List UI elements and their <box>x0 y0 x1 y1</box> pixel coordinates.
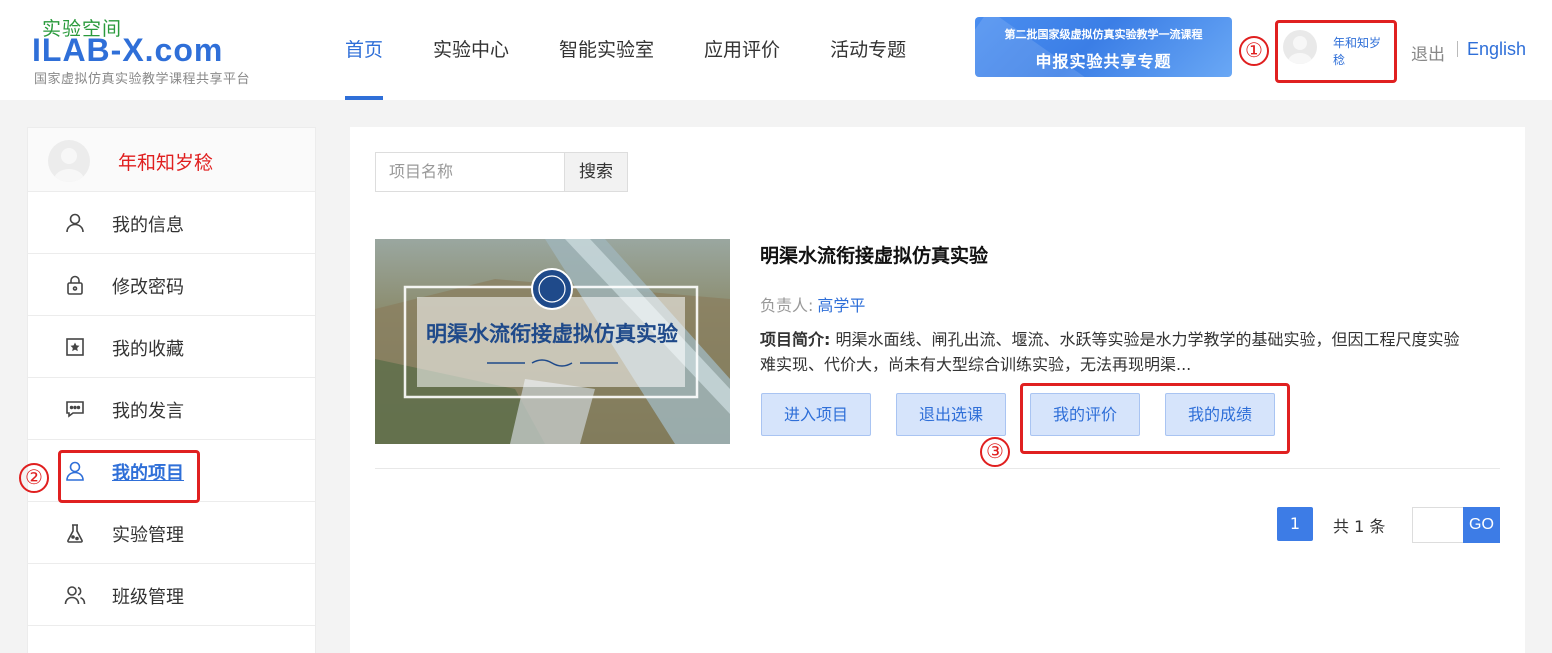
annotation-marker-3: ③ <box>980 437 1010 467</box>
nav-activities[interactable]: 活动专题 <box>830 0 906 100</box>
intro-label: 项目简介: <box>760 330 831 349</box>
sidebar-item-label: 我的发言 <box>112 401 184 422</box>
sidebar-item-my-posts[interactable]: 我的发言 <box>28 378 315 440</box>
sidebar-item-class-management[interactable]: 班级管理 <box>28 564 315 626</box>
project-cover-image[interactable]: 明渠水流衔接虚拟仿真实验 <box>375 239 730 444</box>
drop-course-button[interactable]: 退出选课 <box>896 393 1006 436</box>
banner-line-1: 第二批国家级虚拟仿真实验教学一流课程 <box>1004 28 1203 41</box>
main-panel: 项目名称 搜索 明渠水流衔接虚拟仿真实验 明渠水流衔接虚拟仿真实验 负责人: 高… <box>350 127 1525 653</box>
sidebar-item-change-password[interactable]: 修改密码 <box>28 254 315 316</box>
user-icon <box>64 212 86 234</box>
top-header: 实验空间 ILAB-X.com 国家虚拟仿真实验教学课程共享平台 首页 实验中心… <box>0 0 1552 100</box>
flask-icon <box>64 522 86 544</box>
highlight-my-projects-box <box>58 450 200 503</box>
sidebar-item-label: 我的收藏 <box>112 339 184 360</box>
logout-link[interactable]: 退出 <box>1411 40 1445 65</box>
avatar[interactable] <box>1283 30 1317 64</box>
page-jump-input[interactable] <box>1412 507 1464 543</box>
site-logo[interactable]: 实验空间 ILAB-X.com 国家虚拟仿真实验教学课程共享平台 <box>32 14 277 87</box>
divider <box>1457 41 1458 57</box>
project-intro: 项目简介: 明渠水面线、闸孔出流、堰流、水跃等实验是水力学教学的基础实验，但因工… <box>760 327 1470 377</box>
annotation-marker-1: ① <box>1239 36 1269 66</box>
project-title[interactable]: 明渠水流衔接虚拟仿真实验 <box>760 241 988 268</box>
owner-label: 负责人: <box>760 296 814 315</box>
sidebar-item-my-info[interactable]: 我的信息 <box>28 192 315 254</box>
logo-english-text: ILAB-X.com <box>32 32 224 68</box>
promo-banner[interactable]: 第二批国家级虚拟仿真实验教学一流课程 申报实验共享专题 <box>975 17 1232 77</box>
nav-smart-lab[interactable]: 智能实验室 <box>559 0 654 100</box>
message-icon <box>64 398 86 420</box>
enter-project-button[interactable]: 进入项目 <box>761 393 871 436</box>
users-icon <box>64 584 86 606</box>
pagination-page-1[interactable]: 1 <box>1277 507 1313 541</box>
page-go-button[interactable]: GO <box>1463 507 1500 543</box>
sidebar-user: 年和知岁稔 <box>28 128 315 192</box>
intro-text: 明渠水面线、闸孔出流、堰流、水跃等实验是水力学教学的基础实验，但因工程尺度实验难… <box>760 330 1460 374</box>
sidebar-username: 年和知岁稔 <box>118 152 214 174</box>
nav-experiment-center[interactable]: 实验中心 <box>433 0 509 100</box>
sidebar: 年和知岁稔 我的信息 修改密码 我的收藏 我的发言 我的项目 实验管理 班级管理 <box>27 127 316 653</box>
bookmark-star-icon <box>64 336 86 358</box>
avatar <box>48 140 90 182</box>
nav-home[interactable]: 首页 <box>345 0 384 100</box>
sidebar-item-favorites[interactable]: 我的收藏 <box>28 316 315 378</box>
language-switch[interactable]: English <box>1467 39 1526 60</box>
sidebar-item-experiment-management[interactable]: 实验管理 <box>28 502 315 564</box>
annotation-marker-2: ② <box>19 463 49 493</box>
sidebar-item-label: 班级管理 <box>112 587 184 608</box>
search-input[interactable]: 项目名称 <box>375 152 565 192</box>
project-owner: 负责人: 高学平 <box>760 292 865 316</box>
sidebar-item-label: 实验管理 <box>112 525 184 546</box>
lock-icon <box>64 274 86 296</box>
logo-subtitle: 国家虚拟仿真实验教学课程共享平台 <box>34 72 251 87</box>
pagination-total: 共 1 条 <box>1333 517 1386 536</box>
banner-line-2: 申报实验共享专题 <box>1035 52 1172 71</box>
sidebar-item-label: 修改密码 <box>112 277 184 298</box>
divider <box>375 468 1500 469</box>
owner-name[interactable]: 高学平 <box>817 296 865 315</box>
cover-title-text: 明渠水流衔接虚拟仿真实验 <box>426 322 678 346</box>
search-button[interactable]: 搜索 <box>564 152 628 192</box>
header-username[interactable]: 年和知岁稔 <box>1333 35 1391 69</box>
main-nav: 首页 实验中心 智能实验室 应用评价 活动专题 <box>345 0 956 100</box>
sidebar-item-label: 我的信息 <box>112 215 184 236</box>
highlight-action-buttons-box <box>1020 383 1290 454</box>
nav-evaluation[interactable]: 应用评价 <box>704 0 780 100</box>
